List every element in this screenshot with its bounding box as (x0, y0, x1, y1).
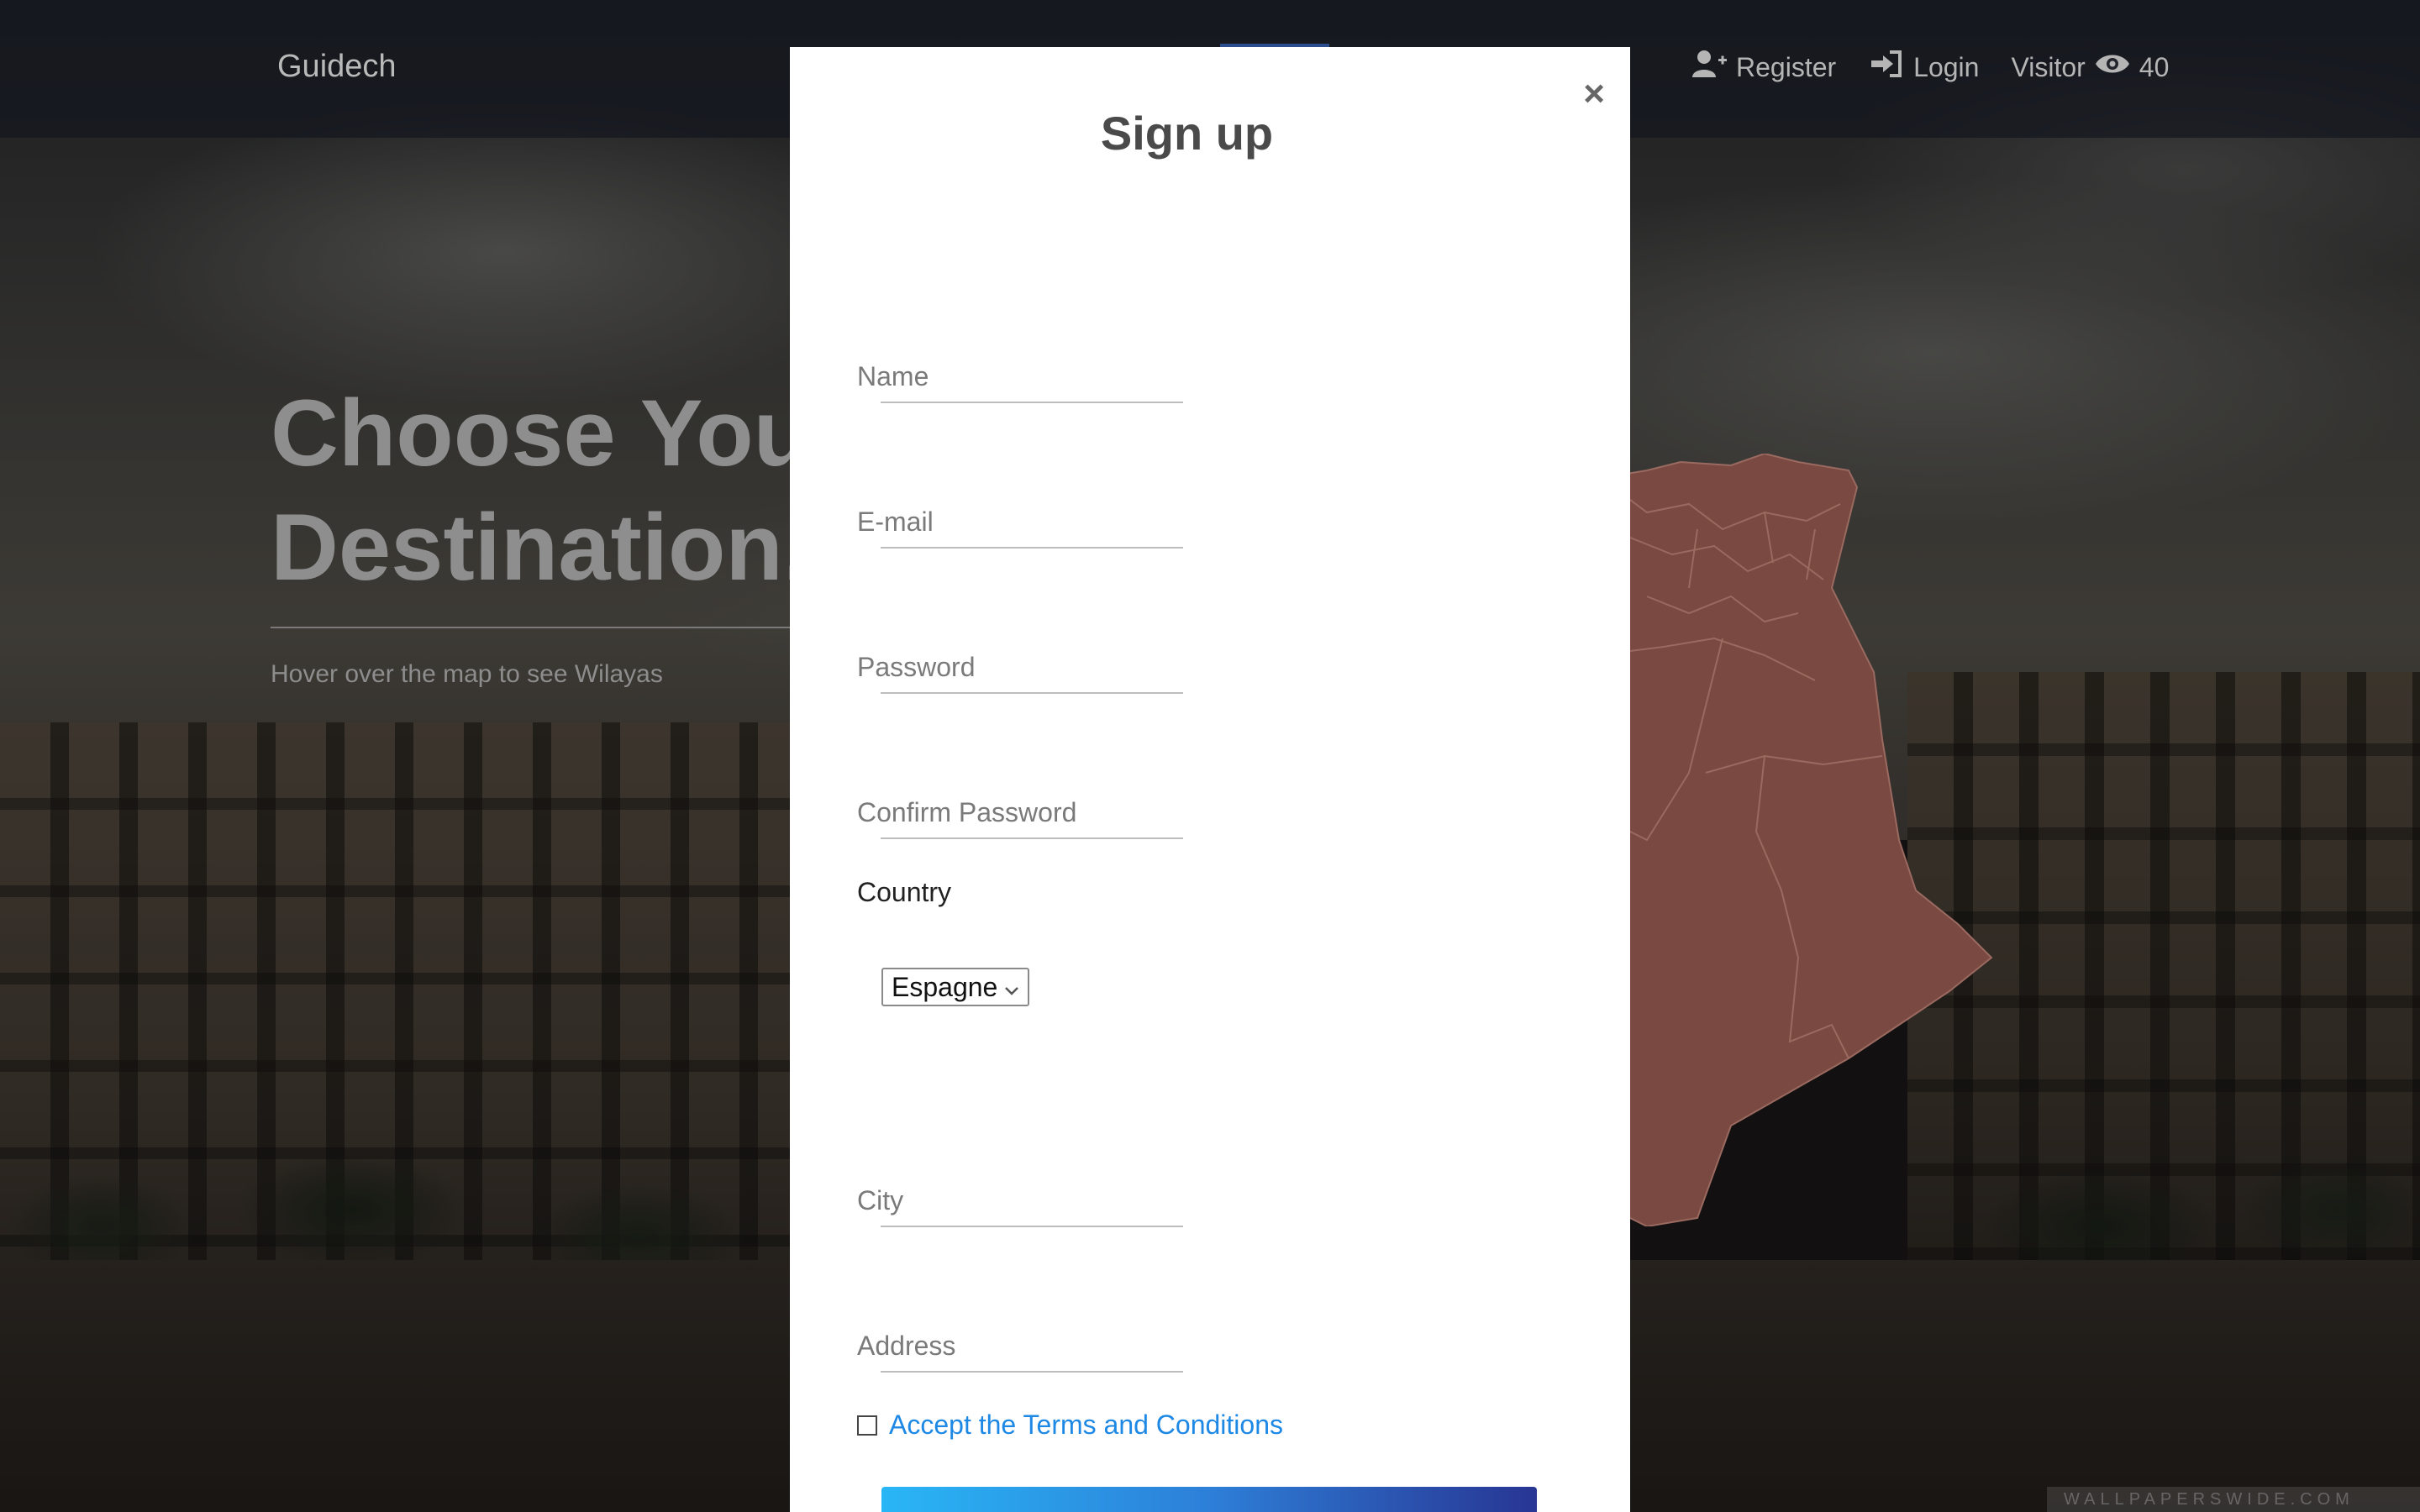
brand-logo[interactable]: Guidech (277, 49, 397, 85)
register-link[interactable]: Register (1691, 49, 1836, 86)
chevron-down-icon (1002, 976, 1021, 996)
country-select[interactable]: Espagne (881, 968, 1029, 1006)
password-underline (881, 692, 1183, 694)
map-region[interactable] (1597, 454, 1993, 1226)
algeria-map[interactable] (1597, 454, 2033, 1226)
confirm-password-underline (881, 837, 1183, 839)
register-label: Register (1736, 51, 1837, 82)
confirm-password-label: Confirm Password (857, 797, 1077, 827)
terms-checkbox[interactable] (857, 1415, 877, 1436)
confirm-password-field[interactable]: Confirm Password (857, 795, 1210, 839)
login-link[interactable]: Login (1868, 49, 1979, 86)
signup-submit-button[interactable] (881, 1487, 1537, 1512)
password-field[interactable]: Password (857, 650, 1210, 694)
sign-in-icon (1868, 49, 1905, 86)
login-label: Login (1913, 51, 1980, 82)
close-icon[interactable]: × (1583, 76, 1605, 113)
name-field[interactable]: Name (857, 360, 1210, 403)
hero-subtitle: Hover over the map to see Wilayas (271, 660, 663, 688)
address-field[interactable]: Address (857, 1329, 1210, 1373)
address-underline (881, 1371, 1183, 1373)
terms-link[interactable]: Accept the Terms and Conditions (889, 1410, 1283, 1441)
email-underline (881, 547, 1183, 549)
name-underline (881, 402, 1183, 403)
email-label: E-mail (857, 507, 934, 537)
visitor-counter: Visitor 40 (2011, 49, 2169, 86)
city-field[interactable]: City (857, 1184, 1210, 1227)
visitor-count: 40 (2139, 51, 2170, 82)
signup-modal: × Sign up Name E-mail Password Confirm P… (790, 47, 1630, 1512)
address-label: Address (857, 1331, 956, 1361)
visitor-label: Visitor (2011, 51, 2086, 82)
country-selected-value: Espagne (892, 971, 998, 1002)
hero-divider (271, 627, 792, 628)
country-label: Country (857, 877, 952, 907)
eye-icon (2094, 49, 2131, 86)
password-label: Password (857, 652, 976, 682)
city-label: City (857, 1185, 904, 1215)
user-plus-icon (1691, 49, 1728, 86)
nav-right: Register Login Visitor 40 (1691, 49, 2169, 86)
name-label: Name (857, 361, 929, 391)
watermark: WALLPAPERSWIDE.COM (2047, 1487, 2420, 1512)
email-field[interactable]: E-mail (857, 505, 1210, 549)
city-underline (881, 1226, 1183, 1227)
modal-title: Sign up (1100, 107, 1274, 160)
terms-row: Accept the Terms and Conditions (857, 1410, 1283, 1441)
